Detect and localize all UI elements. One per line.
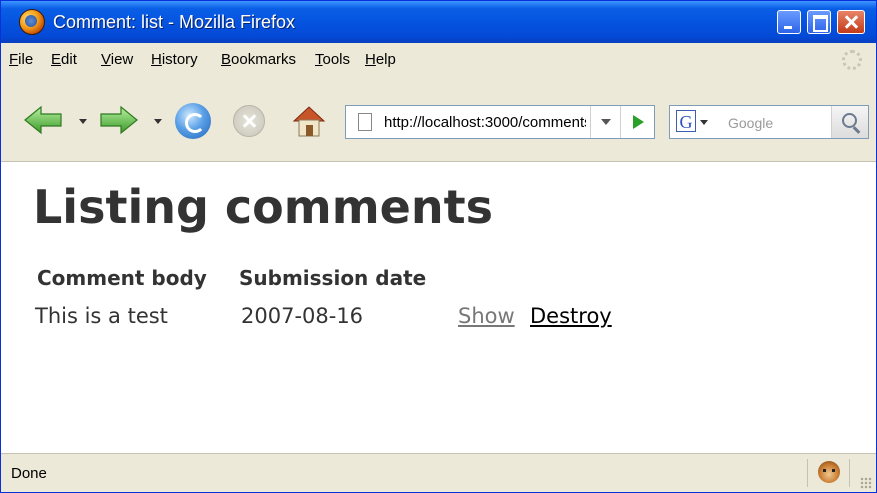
url-input[interactable]: http://localhost:3000/comments <box>384 114 586 131</box>
column-header-comment-body: Comment body <box>37 266 207 290</box>
status-text: Done <box>11 465 47 482</box>
resize-grip[interactable] <box>860 477 872 489</box>
destroy-link[interactable]: Destroy <box>530 304 612 328</box>
address-bar[interactable]: http://localhost:3000/comments <box>345 105 655 139</box>
url-history-dropdown[interactable] <box>590 106 621 138</box>
column-header-submission-date: Submission date <box>239 266 427 290</box>
close-button[interactable] <box>837 10 865 34</box>
menu-bar: File Edit View History Bookmarks Tools H… <box>1 43 876 77</box>
forward-arrow-icon <box>100 105 138 135</box>
menu-history[interactable]: History <box>151 51 198 68</box>
menu-view[interactable]: View <box>101 51 133 68</box>
go-button[interactable] <box>620 106 655 138</box>
stop-button[interactable] <box>233 105 265 137</box>
back-history-dropdown[interactable] <box>79 119 87 124</box>
menu-file[interactable]: File <box>9 51 33 68</box>
home-icon <box>292 106 326 137</box>
window-title: Comment: list - Mozilla Firefox <box>53 12 296 32</box>
search-button[interactable] <box>831 106 868 138</box>
forward-button[interactable] <box>99 105 139 135</box>
google-engine-icon[interactable]: G <box>676 110 696 132</box>
home-button[interactable] <box>291 103 327 139</box>
browser-window: Comment: list - Mozilla Firefox File Edi… <box>0 0 877 493</box>
menu-tools[interactable]: Tools <box>315 51 350 68</box>
submission-date-cell: 2007-08-16 <box>241 304 364 328</box>
search-input[interactable]: Google <box>728 115 773 131</box>
activity-throbber-icon <box>842 50 862 70</box>
menu-help[interactable]: Help <box>365 51 396 68</box>
status-bar: Done <box>1 453 876 492</box>
minimize-button[interactable] <box>777 10 801 34</box>
firefox-logo-icon <box>19 9 45 35</box>
show-link[interactable]: Show <box>458 304 515 328</box>
forward-history-dropdown[interactable] <box>154 119 162 124</box>
back-arrow-icon <box>24 105 62 135</box>
menu-edit[interactable]: Edit <box>51 51 77 68</box>
status-separator <box>807 459 808 487</box>
status-separator <box>849 459 850 487</box>
back-button[interactable] <box>23 105 63 135</box>
maximize-button[interactable] <box>807 10 831 34</box>
greasemonkey-icon[interactable] <box>818 461 840 483</box>
comment-body-cell: This is a test <box>35 304 168 328</box>
page-content: Listing comments Comment body Submission… <box>1 162 876 453</box>
title-bar: Comment: list - Mozilla Firefox <box>1 1 876 43</box>
menu-bookmarks[interactable]: Bookmarks <box>221 51 296 68</box>
search-engine-dropdown[interactable] <box>700 120 708 125</box>
search-bar[interactable]: G Google <box>669 105 869 139</box>
page-icon <box>358 113 372 131</box>
page-heading: Listing comments <box>33 180 493 234</box>
reload-button[interactable] <box>175 103 211 139</box>
navigation-toolbar: http://localhost:3000/comments G Google <box>1 77 876 162</box>
